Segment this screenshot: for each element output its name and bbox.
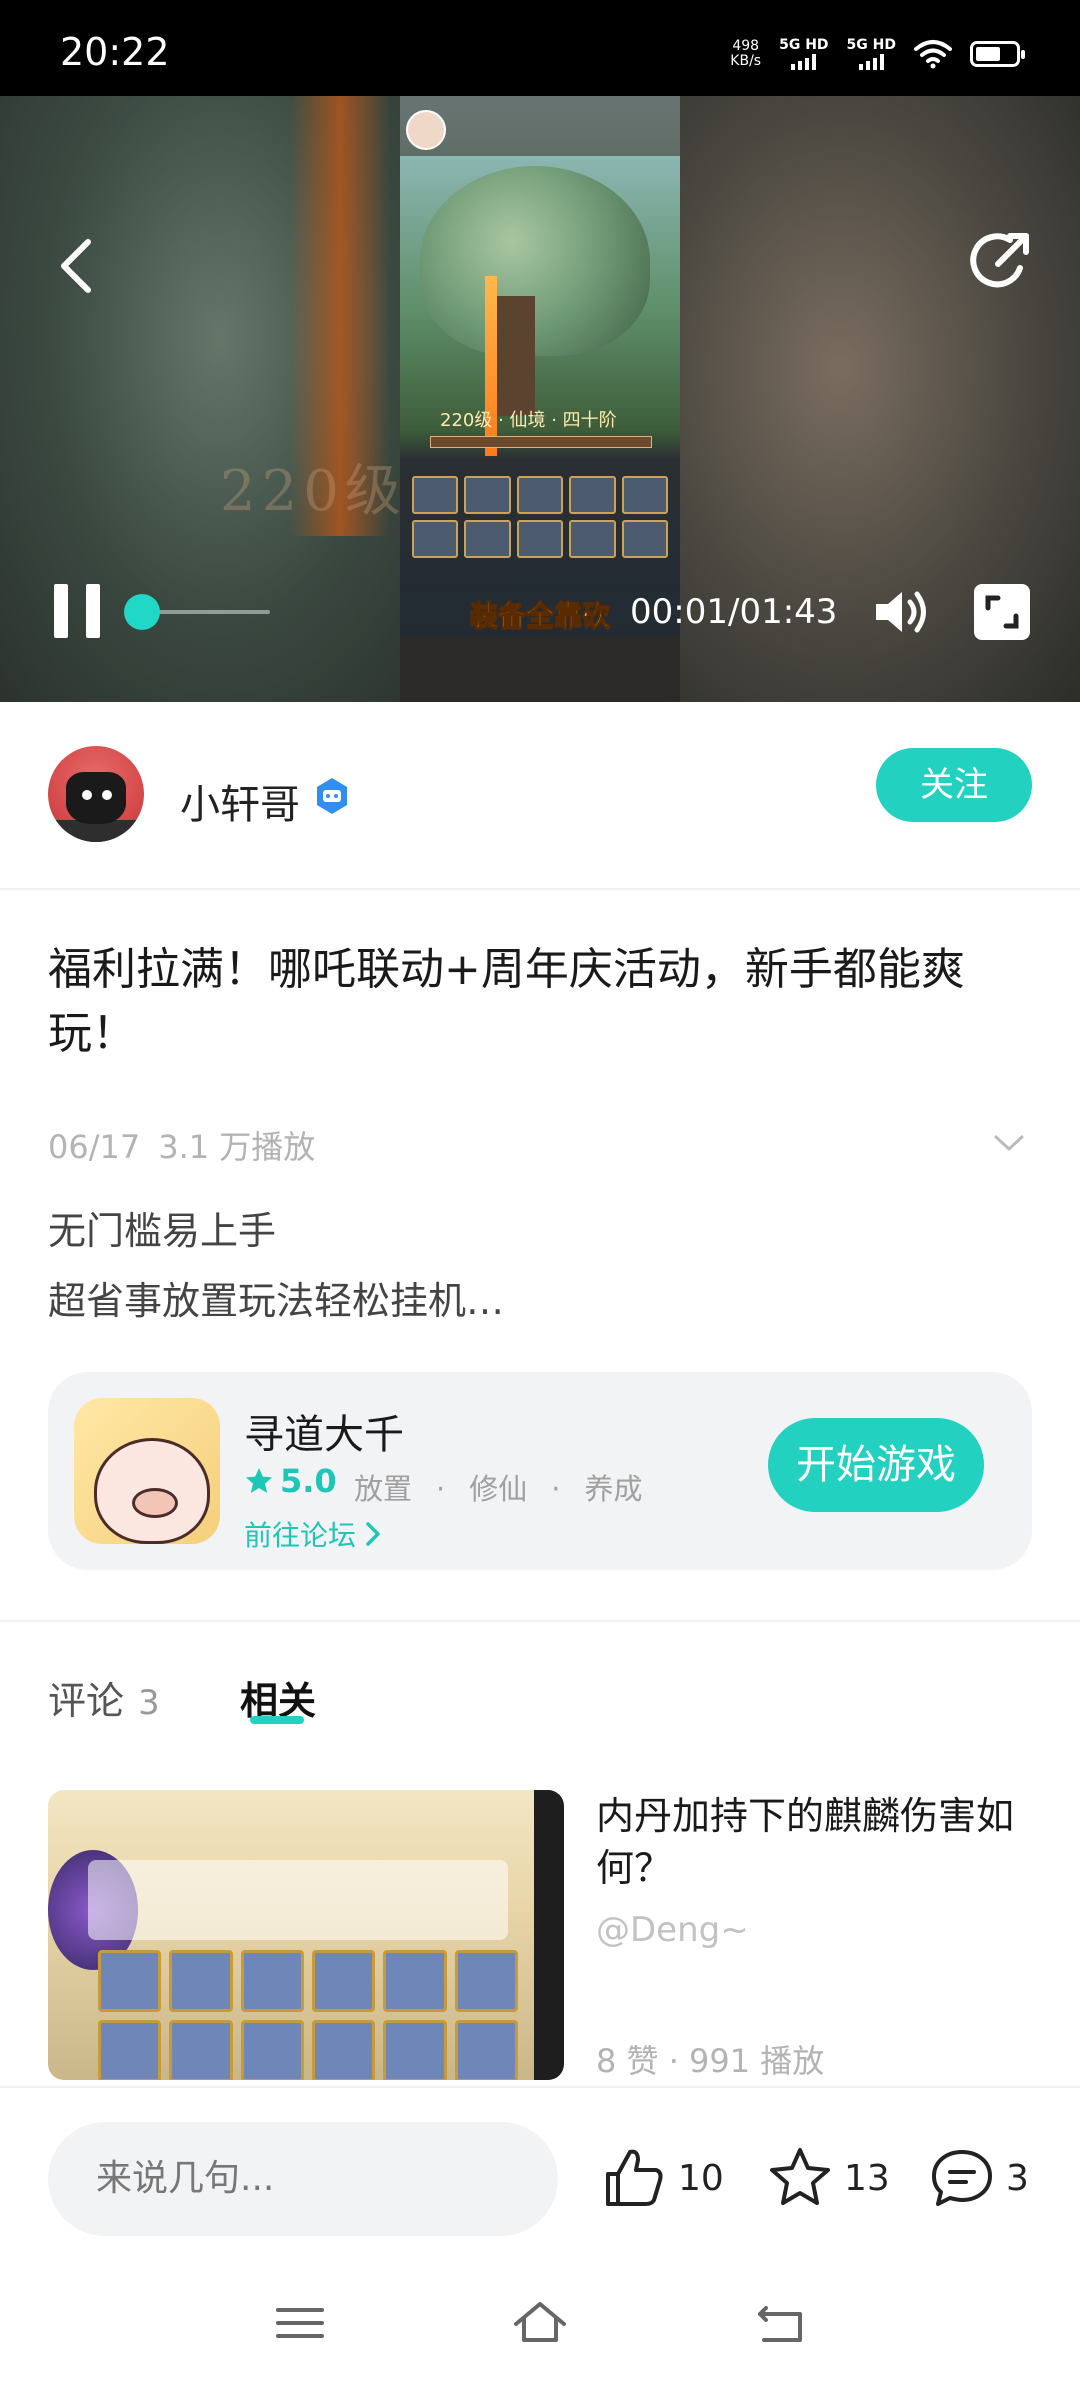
signal-sim1-icon: 5G HD [779, 38, 829, 70]
thumbs-up-icon [606, 2149, 663, 2206]
game-avatar [406, 110, 446, 150]
comment-button[interactable]: 3 [928, 2144, 1029, 2212]
game-tree-trunk [495, 296, 535, 416]
chevron-right-icon [366, 1522, 380, 1546]
game-icon[interactable] [74, 1398, 220, 1544]
post-meta: 06/17 3.1 万播放 [48, 1122, 315, 1168]
game-progress-bar [430, 436, 652, 448]
video-controls: 00:01/01:43 [0, 582, 1080, 662]
status-time: 20:22 [60, 30, 170, 74]
tab-active-indicator [250, 1716, 304, 1724]
volume-icon[interactable] [872, 586, 930, 638]
game-equipment-grid [412, 476, 668, 558]
progress-knob[interactable] [124, 594, 160, 630]
verified-badge-icon [317, 778, 347, 814]
avatar[interactable] [48, 746, 144, 842]
section-divider [0, 1620, 1080, 1622]
battery-icon [970, 41, 1025, 67]
game-tree [420, 166, 650, 356]
forum-link[interactable]: 前往论坛 [244, 1514, 382, 1554]
star-outline-icon [770, 2148, 830, 2205]
tab-comments[interactable]: 评论 3 [48, 1670, 160, 1725]
post-description: 无门槛易上手 超省事放置玩法轻松挂机… [48, 1209, 505, 1323]
signal-sim2-icon: 5G HD [847, 38, 896, 70]
menu-icon[interactable] [270, 2298, 330, 2348]
home-icon[interactable] [510, 2298, 570, 2348]
comment-input[interactable]: 来说几句... [48, 2122, 558, 2236]
related-video-stats: 8 赞 · 991 播放 [596, 2042, 825, 2080]
game-tags: 放置 · 修仙 · 养成 [354, 1472, 643, 1506]
game-name[interactable]: 寻道大千 [244, 1402, 404, 1460]
post-views: 3.1 万播放 [158, 1128, 316, 1166]
share-icon[interactable] [970, 228, 1036, 294]
back-nav-icon[interactable] [750, 2298, 810, 2348]
pause-icon[interactable] [50, 582, 106, 642]
back-arrow-icon[interactable] [52, 236, 102, 296]
author-name[interactable]: 小轩哥 [180, 772, 300, 830]
chevron-down-icon[interactable] [992, 1132, 1026, 1154]
bottom-action-bar: 来说几句... 10 13 3 [0, 2086, 1080, 2390]
comment-bubble-icon [932, 2150, 992, 2206]
related-video-author: @Deng~ [596, 1910, 749, 1950]
related-video-title[interactable]: 内丹加持下的麒麟伤害如何？ [596, 1790, 1036, 1894]
like-button[interactable]: 10 [600, 2144, 724, 2212]
related-video-thumbnail[interactable] [48, 1790, 564, 2080]
start-game-button[interactable]: 开始游戏 [768, 1418, 984, 1512]
network-speed: 498 KB/s [730, 38, 762, 69]
post-date: 06/17 [48, 1128, 141, 1166]
follow-button[interactable]: 关注 [876, 748, 1032, 822]
author-row: 小轩哥 关注 [0, 702, 1080, 890]
video-time: 00:01/01:43 [630, 592, 838, 632]
fullscreen-icon[interactable] [974, 584, 1030, 640]
favorite-button[interactable]: 13 [766, 2144, 890, 2212]
wifi-icon [914, 40, 952, 69]
game-level-text: 220级 · 仙境 · 四十阶 [440, 410, 617, 431]
star-icon [246, 1468, 272, 1493]
status-indicators: 498 KB/s 5G HD 5G HD [730, 38, 1025, 70]
post-title: 福利拉满！哪吒联动+周年庆活动，新手都能爽玩！ [48, 944, 965, 1059]
game-rating: 5.0 [244, 1462, 337, 1500]
status-bar: 20:22 498 KB/s 5G HD 5G HD [0, 0, 1080, 96]
game-card[interactable]: 寻道大千 5.0 放置 · 修仙 · 养成 前往论坛 开始游戏 [48, 1372, 1032, 1570]
video-background-text: 220级 [220, 459, 407, 524]
